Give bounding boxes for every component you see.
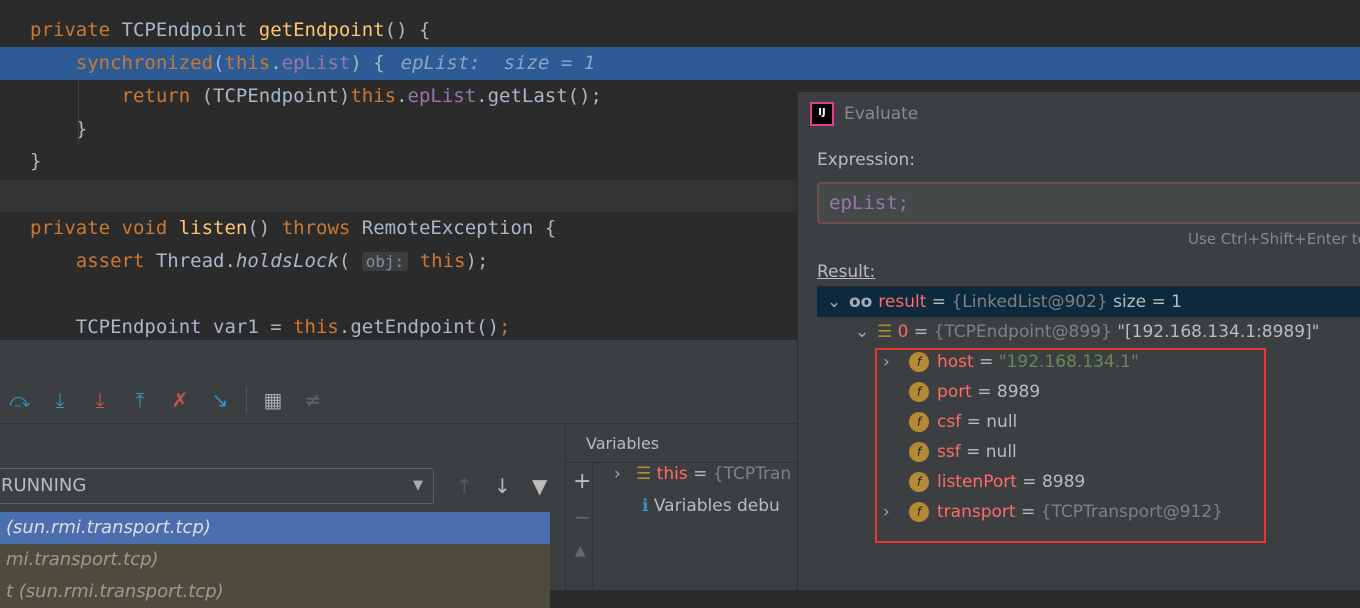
code-token: holdsLock	[235, 250, 339, 272]
intellij-logo-icon: IJ	[810, 102, 834, 126]
node-extra: "[192.168.134.1:8989]"	[1111, 322, 1320, 342]
code-token: TCPEndpoint	[121, 19, 259, 41]
expression-input[interactable]: epList;	[817, 182, 1360, 224]
tree-row-element[interactable]: ⌄ ☰ 0 = {TCPEndpoint@899} "[192.168.134.1…	[817, 317, 1360, 347]
thread-selector-value: RUNNING	[1, 475, 87, 496]
code-token: synchronized	[30, 52, 214, 74]
code-token: return	[30, 85, 202, 107]
frames-panel: RUNNING ▼ ↑ ↓ ▼ (sun.rmi.transport.tcp) m…	[0, 424, 565, 608]
node-extra: size = 1	[1107, 292, 1182, 312]
step-into-icon[interactable]: ⤓	[40, 388, 80, 412]
inline-value-hint: epList: size = 1	[400, 52, 596, 74]
add-watch-icon[interactable]: +	[573, 469, 591, 494]
code-token: ()	[247, 217, 282, 239]
move-up-icon[interactable]: ▲	[575, 543, 586, 559]
code-token: this	[350, 85, 397, 107]
code-token: .getLast();	[476, 85, 603, 107]
node-value: {TCPEndpoint@899}	[933, 322, 1112, 342]
code-token: RemoteException {	[361, 217, 557, 239]
code-token: );	[465, 250, 489, 272]
code-token: assert	[30, 250, 156, 272]
code-token: epList	[281, 52, 351, 74]
code-token: ) {	[350, 52, 385, 74]
evaluate-dialog: IJ Evaluate Expression: epList; Use Ctrl…	[797, 92, 1360, 590]
arrow-down-icon[interactable]: ↓	[494, 474, 511, 498]
code-token: getEndpoint	[258, 19, 385, 41]
code-token: (	[213, 52, 225, 74]
trace-stream-icon[interactable]: ≠	[293, 388, 333, 412]
code-token: (TCPEndpoint)	[201, 85, 351, 107]
info-row: ℹ Variables debu	[642, 496, 780, 516]
chevron-down-icon[interactable]: ⌄	[827, 287, 849, 317]
code-token: (	[338, 250, 362, 272]
code-token: throws	[281, 217, 362, 239]
arrow-up-icon[interactable]: ↑	[456, 474, 473, 498]
variable-name: this	[656, 464, 688, 484]
variables-panel: Variables + − ▲ › ☰ this = {TCPTran ℹ Var…	[565, 424, 801, 593]
info-icon: ℹ	[642, 496, 654, 516]
code-token: .	[396, 85, 408, 107]
filter-icon[interactable]: ▼	[532, 474, 547, 498]
frame-item-selected[interactable]: (sun.rmi.transport.tcp)	[0, 512, 550, 544]
debug-toolbar: ⤼ ⤓ ⤓ ⤒ ✗ ↘ ▦ ≠	[0, 384, 333, 416]
field-list-icon: ☰	[636, 464, 657, 484]
field-list-icon: ☰	[877, 322, 898, 342]
code-token: obj:	[361, 252, 409, 271]
node-name: result	[878, 292, 927, 312]
code-token: .getEndpoint()	[338, 316, 500, 338]
code-token: Thread.	[155, 250, 236, 272]
step-over-icon[interactable]: ⤼	[0, 388, 40, 412]
chevron-down-icon[interactable]: ⌄	[855, 317, 877, 347]
frame-item[interactable]: t (sun.rmi.transport.tcp)	[0, 576, 550, 608]
code-line[interactable]: private TCPEndpoint getEndpoint() {	[0, 14, 1360, 47]
code-token: this	[224, 52, 271, 74]
chevron-down-icon: ▼	[413, 478, 423, 493]
variable-value: {TCPTran	[712, 464, 792, 484]
force-step-into-icon[interactable]: ⤓	[80, 388, 120, 412]
code-token: private	[30, 19, 122, 41]
thread-selector[interactable]: RUNNING ▼	[0, 468, 434, 504]
indent-guide	[78, 80, 79, 145]
node-value: {LinkedList@902}	[951, 292, 1108, 312]
expression-label: Expression:	[817, 150, 916, 170]
drop-frame-icon[interactable]: ✗	[160, 388, 200, 412]
code-line-current[interactable]: synchronized(this.epList) { epList: size …	[0, 47, 1360, 80]
shortcut-hint: Use Ctrl+Shift+Enter to	[1188, 230, 1360, 248]
variable-row[interactable]: › ☰ this = {TCPTran	[614, 464, 791, 484]
code-token: }	[30, 150, 42, 172]
code-token: ;	[499, 316, 511, 338]
run-to-cursor-icon[interactable]: ↘	[200, 388, 240, 412]
code-token: .	[270, 52, 282, 74]
debug-panel: ⤼ ⤓ ⤓ ⤒ ✗ ↘ ▦ ≠ RUNNING ▼ ↑ ↓ ▼ (sun.rmi.…	[0, 340, 801, 608]
dialog-title: Evaluate	[844, 104, 919, 124]
remove-watch-icon[interactable]: −	[574, 505, 591, 529]
result-label: Result:	[817, 262, 876, 282]
code-token: this	[408, 250, 466, 272]
watch-glasses-icon: oo	[849, 292, 879, 312]
divider	[566, 462, 801, 463]
annotation-highlight-box	[875, 348, 1266, 543]
code-token: epList	[407, 85, 477, 107]
code-token: TCPEndpoint var1 =	[30, 316, 294, 338]
toolbar-divider	[246, 386, 247, 414]
code-token: private void	[30, 217, 179, 239]
frame-item[interactable]: mi.transport.tcp)	[0, 544, 550, 576]
info-text: Variables debu	[653, 496, 780, 516]
chevron-right-icon[interactable]: ›	[614, 464, 636, 484]
code-token: listen	[178, 217, 248, 239]
variables-title: Variables	[586, 434, 660, 453]
tree-row-result[interactable]: ⌄ oo result = {LinkedList@902} size = 1	[817, 287, 1360, 317]
code-token: () {	[384, 19, 431, 41]
code-token: this	[293, 316, 339, 338]
node-name: 0	[897, 322, 909, 342]
evaluate-expression-icon[interactable]: ▦	[253, 388, 293, 412]
step-out-icon[interactable]: ⤒	[120, 388, 160, 412]
